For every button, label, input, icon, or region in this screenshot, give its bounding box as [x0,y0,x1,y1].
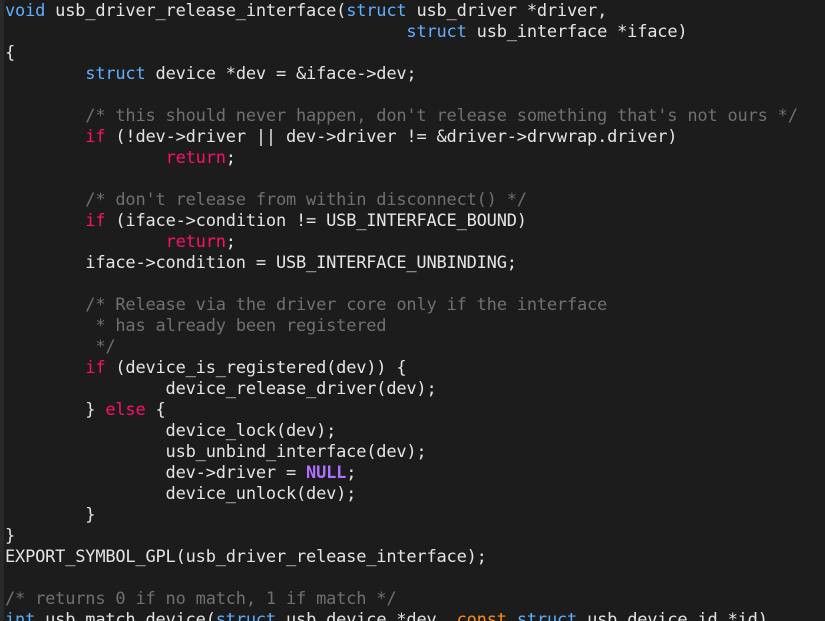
code-text: usb_match_device( [35,610,216,621]
code-keyword: return [165,148,226,168]
code-keyword: struct [516,610,578,621]
code-keyword: else [105,400,146,420]
code-text: usb_unbind_interface(dev); [5,442,427,462]
code-text: usb_driver *driver, [406,1,608,21]
code-line[interactable]: void usb_driver_release_interface(struct… [5,1,798,22]
code-line[interactable] [5,85,798,106]
code-text: usb_device_id *id) [577,610,768,621]
code-line[interactable]: */ [5,337,798,358]
code-keyword: const [456,610,507,621]
code-line[interactable]: if (!dev->driver || dev->driver != &driv… [5,127,798,148]
code-editor[interactable]: void usb_driver_release_interface(struct… [0,0,825,621]
code-keyword: return [165,232,226,252]
code-comment: /* this should never happen, don't relea… [85,106,798,126]
code-keyword: int [5,610,36,621]
code-line[interactable]: { [5,43,798,64]
code-line[interactable]: /* returns 0 if no match, 1 if match */ [5,589,798,610]
code-comment: /* don't release from within disconnect(… [85,190,527,210]
code-keyword: void [5,1,46,21]
code-keyword: struct [215,610,276,621]
code-text: } [5,400,106,420]
code-line[interactable]: } [5,505,798,526]
code-text: device_unlock(dev); [5,484,357,504]
code-line[interactable]: } [5,526,798,547]
code-text: iface->condition = USB_INTERFACE_UNBINDI… [5,253,517,273]
code-keyword: struct [346,1,407,21]
editor-left-border [0,0,4,621]
code-text: ; [225,232,236,252]
code-line[interactable]: device_unlock(dev); [5,484,798,505]
code-text: { [145,400,166,420]
code-line[interactable]: } else { [5,400,798,421]
code-line[interactable]: return; [5,232,798,253]
code-text: ; [225,148,236,168]
code-text: (!dev->driver || dev->driver != &driver-… [105,127,678,147]
code-text: { [5,43,16,63]
code-text: usb_device *dev, [275,610,457,621]
code-line[interactable]: iface->condition = USB_INTERFACE_UNBINDI… [5,253,798,274]
code-line[interactable]: usb_unbind_interface(dev); [5,442,798,463]
code-comment: */ [95,337,116,357]
code-comment: /* returns 0 if no match, 1 if match */ [5,589,397,609]
code-line[interactable]: if (device_is_registered(dev)) { [5,358,798,379]
code-line[interactable] [5,169,798,190]
code-line[interactable]: * has already been registered [5,316,798,337]
code-text: (device_is_registered(dev)) { [105,358,407,378]
code-comment: /* Release via the driver core only if t… [85,295,608,315]
code-line[interactable]: /* this should never happen, don't relea… [5,106,798,127]
code-line[interactable]: struct device *dev = &iface->dev; [5,64,798,85]
code-line[interactable]: EXPORT_SYMBOL_GPL(usb_driver_release_int… [5,547,798,568]
code-keyword: struct [85,64,146,84]
code-line[interactable]: device_release_driver(dev); [5,379,798,400]
code-text: } [5,526,16,546]
code-line[interactable]: struct usb_interface *iface) [5,22,798,43]
code-keyword: if [85,127,106,147]
code-keyword: if [85,211,106,231]
code-comment: * has already been registered [95,316,387,336]
code-line[interactable]: /* Release via the driver core only if t… [5,295,798,316]
code-line[interactable] [5,568,798,589]
code-text: device *dev = &iface->dev; [145,64,417,84]
code-text: device_release_driver(dev); [5,379,437,399]
code-text: EXPORT_SYMBOL_GPL(usb_driver_release_int… [5,547,487,567]
code-text: } [5,505,96,525]
code-line[interactable]: device_lock(dev); [5,421,798,442]
code-line[interactable]: return; [5,148,798,169]
code-text: (iface->condition != USB_INTERFACE_BOUND… [105,211,527,231]
code-text: usb_driver_release_interface( [45,1,347,21]
code-line[interactable] [5,274,798,295]
code-keyword: if [85,358,106,378]
code-line[interactable]: int usb_match_device(struct usb_device *… [5,610,798,621]
code-keyword: struct [406,22,467,42]
code-line[interactable]: /* don't release from within disconnect(… [5,190,798,211]
code-text: device_lock(dev); [5,421,337,441]
code-line[interactable]: if (iface->condition != USB_INTERFACE_BO… [5,211,798,232]
code-text: ; [346,463,357,483]
code-keyword: NULL [306,463,347,483]
code-text-area[interactable]: void usb_driver_release_interface(struct… [5,1,798,621]
code-text: dev->driver = [5,463,307,483]
code-line[interactable]: dev->driver = NULL; [5,463,798,484]
code-text: usb_interface *iface) [466,22,688,42]
